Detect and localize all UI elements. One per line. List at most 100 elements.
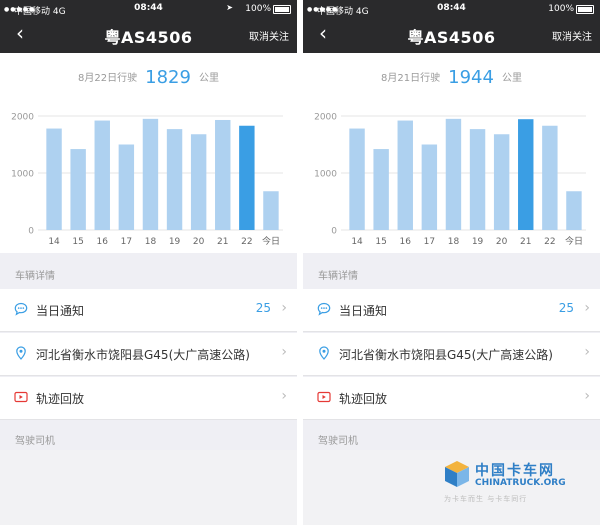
bar[interactable] [94,120,110,230]
phone-left: ●●●●● 中国移动 4G 08:44 ➤ 100% ‹ 粤AS4506 取消关… [0,0,297,525]
summary-date: 8月21日行驶 [381,73,441,84]
bar[interactable] [542,125,558,230]
watermark-name: 中国卡车网 [475,463,555,479]
y-tick-label: 1000 [314,170,337,180]
x-tick-label: 20 [496,237,508,247]
notification-label: 当日通知 [36,304,85,318]
x-tick-label: 19 [169,237,181,247]
bar-highlighted[interactable] [239,125,255,230]
summary-line: 8月22日行驶 1829 公里 [0,67,297,88]
app-header: ●●●●● 中国移动 4G 08:44 ➤ 100% ‹ 粤AS4506 取消关… [0,0,297,53]
x-tick-label: 15 [375,237,386,247]
chat-bubble-icon [14,302,28,316]
vehicle-details-label: 车辆详情 [318,271,358,282]
bar[interactable] [215,119,231,230]
chevron-right-icon: › [281,388,287,404]
location-arrow-icon: ➤ [226,3,233,12]
bar-highlighted[interactable] [518,119,534,230]
x-tick-label: 14 [351,237,363,247]
summary-unit: 公里 [501,73,522,84]
vehicle-details-label: 车辆详情 [15,271,55,282]
x-tick-label: 19 [472,237,484,247]
bar[interactable] [118,144,135,231]
notification-row[interactable]: 当日通知 25 › [0,289,297,332]
x-tick-label: 16 [97,237,109,247]
location-row[interactable]: 河北省衡水市饶阳县G45(大广高速公路) › [303,333,600,376]
summary-value: 1944 [448,67,494,88]
x-tick-label: 今日 [565,235,583,247]
bar[interactable] [373,149,389,230]
bar[interactable] [445,118,462,230]
track-playback-label: 轨迹回放 [36,392,85,406]
watermark-slogan: 为卡车而生 与卡车同行 [444,495,528,503]
location-pin-icon [319,346,329,360]
x-tick-label: 17 [121,237,132,247]
x-tick-label: 22 [544,237,555,247]
unfollow-button[interactable]: 取消关注 [552,28,592,43]
bar[interactable] [469,129,486,230]
mileage-summary: 8月22日行驶 1829 公里 0 1000 2000 14 15 16 17 18 19 20 21 2… [0,53,297,253]
x-tick-label: 21 [217,237,228,247]
y-tick-label: 1000 [11,170,34,180]
notification-count: 25 [255,301,271,315]
x-tick-label: 今日 [262,235,280,247]
location-label: 河北省衡水市饶阳县G45(大广高速公路) [36,348,250,362]
driver-label: 驾驶司机 [318,436,358,447]
phone-right: ●●●●● 中国移动 4G 08:44 100% ‹ 粤AS4506 取消关注 … [303,0,600,525]
bar[interactable] [166,129,183,230]
battery-icon [576,5,594,14]
bar[interactable] [263,191,279,230]
chevron-right-icon: › [584,300,590,316]
summary-line: 8月21日行驶 1944 公里 [303,67,600,88]
bar[interactable] [493,134,510,230]
y-tick-label: 2000 [11,113,34,123]
x-tick-label: 15 [72,237,83,247]
mileage-bar-chart: 0 1000 2000 14 15 16 17 18 19 20 21 22 今日 [314,113,586,247]
chevron-right-icon: › [584,344,590,360]
driver-section [0,450,297,525]
bar[interactable] [566,191,582,230]
chinatruck-watermark: 中国卡车网 CHINATRUCK.ORG 为卡车而生 与卡车同行 [440,456,590,508]
watermark-domain: CHINATRUCK.ORG [475,478,566,488]
chevron-right-icon: › [281,300,287,316]
bar[interactable] [349,128,365,230]
video-play-icon [14,391,28,403]
app-header: ●●●●● 中国移动 4G 08:44 100% ‹ 粤AS4506 取消关注 [303,0,600,53]
x-tick-label: 18 [145,237,157,247]
bar[interactable] [421,144,438,231]
y-tick-label: 0 [28,227,34,237]
x-tick-label: 22 [241,237,252,247]
battery-percent: 100% [548,4,574,14]
mileage-summary: 8月21日行驶 1944 公里 0 1000 2000 14 15 16 17 18 19 20 21 2… [303,53,600,253]
summary-value: 1829 [145,67,191,88]
mileage-bar-chart: 0 1000 2000 14 15 16 17 18 19 20 21 22 今日 [11,113,283,247]
summary-unit: 公里 [198,73,219,84]
bar[interactable] [46,128,62,230]
x-tick-label: 16 [400,237,412,247]
location-row[interactable]: 河北省衡水市饶阳县G45(大广高速公路) › [0,333,297,376]
x-tick-label: 20 [193,237,205,247]
notification-count: 25 [558,301,574,315]
notification-row[interactable]: 当日通知 25 › [303,289,600,332]
track-playback-row[interactable]: 轨迹回放 › [0,377,297,420]
bar[interactable] [70,149,86,230]
cube-logo-icon [445,461,469,487]
x-tick-label: 14 [48,237,60,247]
summary-date: 8月22日行驶 [78,73,138,84]
bar[interactable] [397,120,413,230]
location-pin-icon [16,346,26,360]
bar[interactable] [190,134,207,230]
battery-percent: 100% [245,4,271,14]
location-label: 河北省衡水市饶阳县G45(大广高速公路) [339,348,553,362]
track-playback-row[interactable]: 轨迹回放 › [303,377,600,420]
x-tick-label: 18 [448,237,460,247]
status-bar: ●●●●● 中国移动 4G 08:44 100% [303,0,600,18]
battery-icon [273,5,291,14]
chevron-right-icon: › [584,388,590,404]
bar[interactable] [142,118,159,230]
video-play-icon [317,391,331,403]
driver-label: 驾驶司机 [15,436,55,447]
notification-label: 当日通知 [339,304,388,318]
x-tick-label: 21 [520,237,531,247]
unfollow-button[interactable]: 取消关注 [249,28,289,43]
